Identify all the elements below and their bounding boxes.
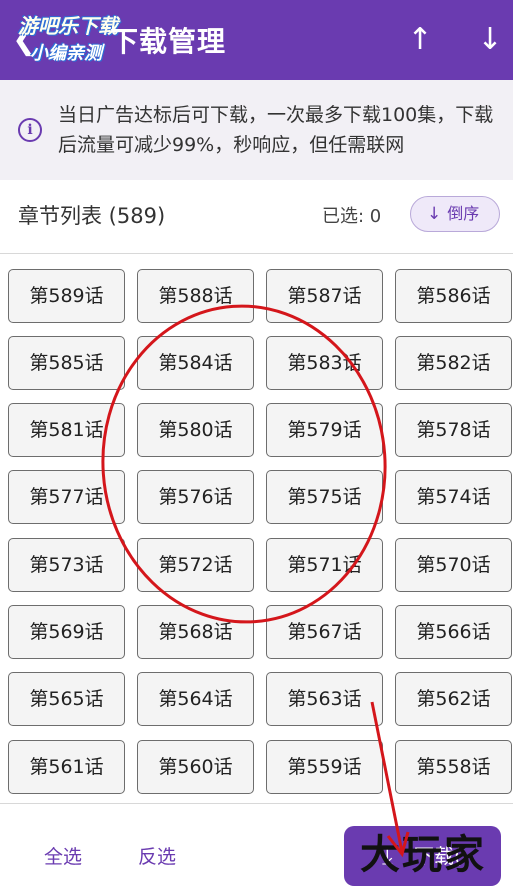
chapter-chip[interactable]: 第566话 bbox=[395, 605, 512, 659]
selected-count: 已选: 0 bbox=[322, 206, 382, 227]
chapter-chip[interactable]: 第583话 bbox=[266, 336, 383, 390]
chapter-chip[interactable]: 第589话 bbox=[8, 269, 125, 323]
chapter-chip[interactable]: 第584话 bbox=[137, 336, 254, 390]
arrow-up-icon[interactable]: ↑ bbox=[402, 22, 438, 58]
chapter-chip[interactable]: 第564话 bbox=[137, 672, 254, 726]
sort-order-button[interactable]: ↓ 倒序 bbox=[410, 196, 500, 232]
chapter-chip[interactable]: 第568话 bbox=[137, 605, 254, 659]
page-title: 下载管理 bbox=[110, 25, 227, 58]
invert-selection-button[interactable]: 反选 bbox=[138, 842, 176, 869]
divider bbox=[0, 253, 513, 254]
chapter-chip[interactable]: 第560话 bbox=[137, 740, 254, 794]
chapter-chip[interactable]: 第588话 bbox=[137, 269, 254, 323]
chapter-chip[interactable]: 第586话 bbox=[395, 269, 512, 323]
chapter-chip[interactable]: 第569话 bbox=[8, 605, 125, 659]
chapter-chip[interactable]: 第579话 bbox=[266, 403, 383, 457]
app-header: ❮ 游吧乐下载 小编亲测 下载管理 ↑ ↓ bbox=[0, 0, 513, 80]
arrow-down-icon[interactable]: ↓ bbox=[472, 22, 508, 58]
chapter-chip[interactable]: 第577话 bbox=[8, 470, 125, 524]
divider bbox=[0, 803, 513, 804]
info-icon: i bbox=[18, 118, 42, 142]
chapter-chip[interactable]: 第572话 bbox=[137, 538, 254, 592]
chapter-chip[interactable]: 第559话 bbox=[266, 740, 383, 794]
chapter-chip[interactable]: 第562话 bbox=[395, 672, 512, 726]
chapter-chip[interactable]: 第565话 bbox=[8, 672, 125, 726]
chapter-chip[interactable]: 第567话 bbox=[266, 605, 383, 659]
chapter-list-title: 章节列表 (589) bbox=[18, 204, 166, 228]
download-manager-screen: ❮ 游吧乐下载 小编亲测 下载管理 ↑ ↓ i 当日广告达标后可下载，一次最多下… bbox=[0, 0, 513, 886]
sort-order-label: 倒序 bbox=[447, 204, 480, 223]
chapter-chip[interactable]: 第578话 bbox=[395, 403, 512, 457]
notice-banner: i 当日广告达标后可下载，一次最多下载100集，下载后流量可减少99%，秒响应，… bbox=[0, 80, 513, 180]
chapter-chip[interactable]: 第573话 bbox=[8, 538, 125, 592]
chapter-list-header: 章节列表 (589) 已选: 0 ↓ 倒序 bbox=[0, 186, 513, 242]
chapter-chip[interactable]: 第585话 bbox=[8, 336, 125, 390]
chapter-chip[interactable]: 第574话 bbox=[395, 470, 512, 524]
chapter-chip[interactable]: 第587话 bbox=[266, 269, 383, 323]
notice-text: 当日广告达标后可下载，一次最多下载100集，下载后流量可减少99%，秒响应，但任… bbox=[58, 104, 494, 156]
chapter-chip[interactable]: 第580话 bbox=[137, 403, 254, 457]
select-all-button[interactable]: 全选 bbox=[44, 842, 82, 869]
brand-watermark: 大玩家 bbox=[360, 831, 486, 878]
chapter-chip[interactable]: 第558话 bbox=[395, 740, 512, 794]
chapter-chip[interactable]: 第582话 bbox=[395, 336, 512, 390]
chapter-chip[interactable]: 第575话 bbox=[266, 470, 383, 524]
chapter-chip[interactable]: 第571话 bbox=[266, 538, 383, 592]
chapter-chip[interactable]: 第563话 bbox=[266, 672, 383, 726]
chapter-chip[interactable]: 第581话 bbox=[8, 403, 125, 457]
chapter-chip[interactable]: 第576话 bbox=[137, 470, 254, 524]
chapter-chip[interactable]: 第570话 bbox=[395, 538, 512, 592]
chapter-chip[interactable]: 第561话 bbox=[8, 740, 125, 794]
arrow-down-icon: ↓ bbox=[427, 204, 442, 224]
